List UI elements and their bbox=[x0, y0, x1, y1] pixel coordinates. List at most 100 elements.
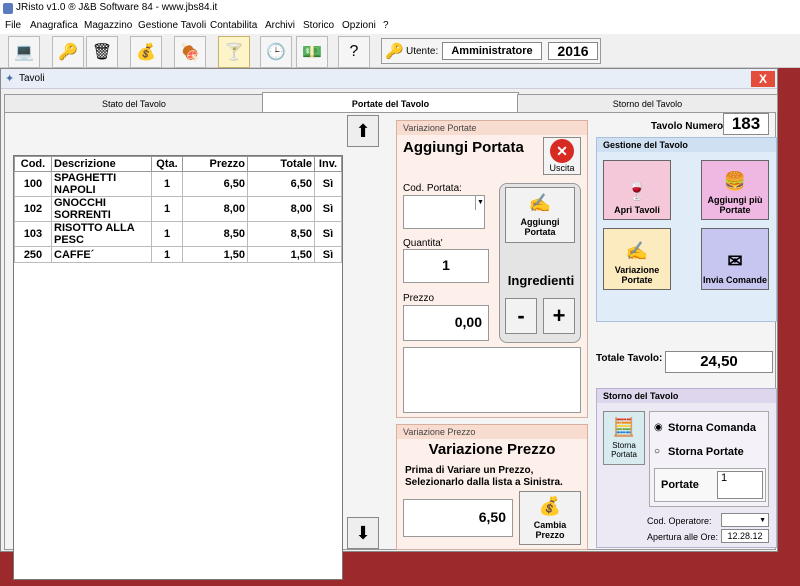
user-label: Utente: bbox=[406, 46, 439, 57]
trash-icon[interactable]: 🗑 bbox=[86, 36, 118, 68]
arrow-up-icon: ⬆ bbox=[355, 120, 371, 141]
chevron-down-icon[interactable]: ▼ bbox=[475, 196, 485, 210]
col-qta: Qta. bbox=[151, 156, 183, 172]
menu-archivi[interactable]: Archivi bbox=[265, 20, 295, 31]
aggiungi-piu-portate-button[interactable]: 🍔 Aggiungi più Portate bbox=[701, 160, 769, 220]
table-row[interactable]: 103 RISOTTO ALLA PESC 1 8,50 8,50 Sì bbox=[14, 221, 342, 247]
storna-comanda-label: Storna Comanda bbox=[668, 422, 757, 434]
cell-prezzo: 6,50 bbox=[182, 171, 248, 197]
computer-icon[interactable]: 💻 bbox=[8, 36, 40, 68]
menu-anagrafica[interactable]: Anagrafica bbox=[30, 20, 78, 31]
close-button[interactable]: X bbox=[751, 71, 775, 87]
table-header: Cod. Descrizione Qta. Prezzo Totale Inv. bbox=[14, 156, 342, 172]
cell-qta: 1 bbox=[151, 221, 183, 247]
storno-tavolo-panel: Storno del Tavolo 🧮 Storna Portata ◉ Sto… bbox=[596, 388, 777, 548]
tab-stato[interactable]: Stato del Tavolo bbox=[4, 94, 264, 113]
menu-gestione-tavoli[interactable]: Gestione Tavoli bbox=[138, 20, 206, 31]
operatore-select[interactable]: ▼ bbox=[721, 513, 769, 527]
help-icon[interactable]: ? bbox=[338, 36, 370, 68]
aggiungi-portata-title: Aggiungi Portata bbox=[403, 139, 524, 156]
keys-icon: 🔑 bbox=[385, 43, 404, 60]
apri-tavoli-label: Apri Tavoli bbox=[614, 205, 660, 215]
apri-tavoli-button[interactable]: 🍷 Apri Tavoli bbox=[603, 160, 671, 220]
menu-opzioni[interactable]: Opzioni bbox=[342, 20, 376, 31]
arrow-down-icon: ⬇ bbox=[355, 522, 371, 543]
coins-icon[interactable]: 💰 bbox=[130, 36, 162, 68]
portate-input[interactable]: 1 bbox=[717, 471, 763, 499]
exit-button[interactable]: ✕ Uscita bbox=[543, 137, 581, 175]
menu-contabilita[interactable]: Contabilita bbox=[210, 20, 257, 31]
send-icon: ✉ bbox=[727, 251, 743, 271]
cell-cod: 103 bbox=[14, 221, 52, 247]
table-row[interactable]: 100 SPAGHETTI NAPOLI 1 6,50 6,50 Sì bbox=[14, 171, 342, 197]
totale-tavolo-label: Totale Tavolo: bbox=[596, 353, 663, 364]
wine-icon: 🍷 bbox=[625, 181, 649, 201]
tavolo-numero-label: Tavolo Numero: bbox=[651, 121, 727, 132]
exit-label: Uscita bbox=[549, 163, 575, 173]
quantita-input[interactable]: 1 bbox=[403, 249, 489, 283]
table-row[interactable]: 102 GNOCCHI SORRENTI 1 8,00 8,00 Sì bbox=[14, 196, 342, 222]
cell-inv: Sì bbox=[314, 246, 342, 263]
keys-icon[interactable]: 🔑 bbox=[52, 36, 84, 68]
tavoli-window: ✦ Tavoli X Stato del Tavolo Portate del … bbox=[0, 68, 778, 580]
minus-button[interactable]: - bbox=[505, 298, 537, 334]
prezzo-input[interactable]: 0,00 bbox=[403, 305, 489, 341]
arrow-down-button[interactable]: ⬇ bbox=[347, 517, 379, 549]
radio-storna-portate[interactable]: ○ bbox=[654, 446, 660, 457]
variazione-portate-panel: Variazione Portate Aggiungi Portata ✕ Us… bbox=[396, 120, 588, 418]
col-inv: Inv. bbox=[314, 156, 342, 172]
storna-portata-label: Storna Portata bbox=[611, 441, 637, 459]
col-descrizione: Descrizione bbox=[51, 156, 152, 172]
chevron-down-icon: ▼ bbox=[759, 517, 766, 524]
tavolo-numero-value: 183 bbox=[723, 113, 769, 135]
cell-qta: 1 bbox=[151, 246, 183, 263]
col-prezzo: Prezzo bbox=[182, 156, 248, 172]
cell-cod: 102 bbox=[14, 196, 52, 222]
table-row[interactable]: 250 CAFFE´ 1 1,50 1,50 Sì bbox=[14, 246, 342, 263]
ham-icon[interactable]: 🍖 bbox=[174, 36, 206, 68]
ingredienti-label: Ingredienti bbox=[507, 273, 575, 288]
prezzo-label: Prezzo bbox=[403, 293, 435, 304]
variazione-prezzo-title: Variazione Prezzo bbox=[428, 441, 556, 458]
menu-bar: File Anagrafica Magazzino Gestione Tavol… bbox=[0, 18, 800, 34]
menu-magazzino[interactable]: Magazzino bbox=[84, 20, 132, 31]
ingredients-textarea[interactable] bbox=[403, 347, 581, 413]
arrow-up-button[interactable]: ⬆ bbox=[347, 115, 379, 147]
menu-help[interactable]: ? bbox=[383, 20, 389, 31]
calculator-icon: 🧮 bbox=[612, 417, 636, 437]
window-icon: ✦ bbox=[5, 73, 15, 85]
cod-portata-select[interactable] bbox=[403, 195, 485, 229]
variazione-prezzo-header: Variazione Prezzo bbox=[397, 425, 587, 439]
apertura-label: Apertura alle Ore: bbox=[647, 532, 719, 542]
gestione-tavolo-header: Gestione del Tavolo bbox=[597, 138, 776, 152]
app-icon bbox=[3, 3, 13, 14]
tab-portate[interactable]: Portate del Tavolo bbox=[262, 92, 519, 114]
tab-storno[interactable]: Storno del Tavolo bbox=[517, 94, 778, 113]
cell-qta: 1 bbox=[151, 196, 183, 222]
window-title: Tavoli bbox=[19, 73, 45, 84]
cell-qta: 1 bbox=[151, 171, 183, 197]
aggiungi-portata-label: Aggiungi Portata bbox=[520, 217, 560, 237]
invia-comande-button[interactable]: ✉ Invia Comande bbox=[701, 228, 769, 290]
variazione-portate-button[interactable]: ✍ Variazione Portate bbox=[603, 228, 671, 290]
aggiungi-portata-button[interactable]: ✍ Aggiungi Portata bbox=[505, 187, 575, 243]
cell-inv: Sì bbox=[314, 171, 342, 197]
cell-prezzo: 8,00 bbox=[182, 196, 248, 222]
cell-inv: Sì bbox=[314, 221, 342, 247]
nuovo-prezzo-input[interactable]: 6,50 bbox=[403, 499, 513, 537]
menu-file[interactable]: File bbox=[5, 20, 21, 31]
user-box: 🔑 Utente: Amministratore 2016 bbox=[381, 38, 601, 64]
money-icon[interactable]: 💵 bbox=[296, 36, 328, 68]
variazione-portate-header: Variazione Portate bbox=[397, 121, 587, 135]
radio-storna-comanda[interactable]: ◉ bbox=[654, 422, 663, 433]
waiter-icon[interactable]: 🍸 bbox=[218, 36, 250, 68]
storna-portate-label: Storna Portate bbox=[668, 446, 744, 458]
cambia-prezzo-button[interactable]: 💰 Cambia Prezzo bbox=[519, 491, 581, 545]
plus-button[interactable]: + bbox=[543, 298, 575, 334]
col-totale: Totale bbox=[247, 156, 315, 172]
clock-icon[interactable]: 🕒 bbox=[260, 36, 292, 68]
variazione-portate-label: Variazione Portate bbox=[614, 265, 660, 285]
storna-portata-button[interactable]: 🧮 Storna Portata bbox=[603, 411, 645, 465]
menu-storico[interactable]: Storico bbox=[303, 20, 334, 31]
user-name: Amministratore bbox=[442, 42, 542, 60]
